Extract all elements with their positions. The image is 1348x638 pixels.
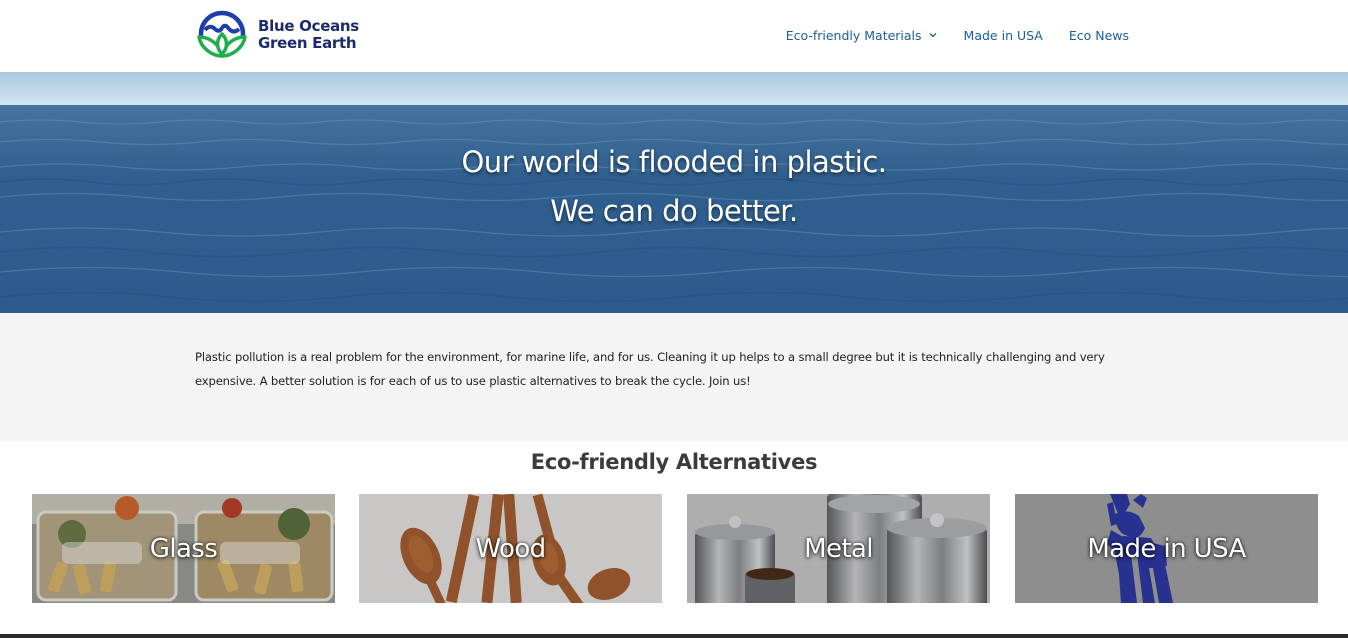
tile-made-in-usa[interactable]: Made in USA	[1015, 494, 1318, 603]
nav-made-in-usa[interactable]: Made in USA	[951, 26, 1056, 44]
tile-glass[interactable]: Glass	[32, 494, 335, 603]
tile-wood[interactable]: Wood	[359, 494, 662, 603]
tile-made-in-usa-label: Made in USA	[1087, 533, 1246, 564]
ocean-background-image	[0, 72, 1348, 313]
intro-section: Plastic pollution is a real problem for …	[0, 313, 1348, 441]
nav-eco-friendly-materials-label: Eco-friendly Materials	[785, 27, 922, 43]
tile-metal-label: Metal	[804, 533, 873, 564]
tile-glass-label: Glass	[149, 533, 218, 564]
site-header: Blue Oceans Green Earth Eco-friendly Mat…	[0, 0, 1348, 72]
logo-line-2: Green Earth	[258, 34, 357, 52]
footer-divider	[0, 634, 1348, 638]
nav-eco-news[interactable]: Eco News	[1056, 26, 1142, 44]
logo-line-1: Blue Oceans	[258, 17, 359, 35]
main-nav: Eco-friendly Materials Made in USA Eco N…	[773, 26, 1142, 44]
tile-wood-label: Wood	[475, 533, 546, 564]
nav-eco-news-label: Eco News	[1068, 27, 1129, 43]
logo-wordmark: Blue Oceans Green Earth	[258, 18, 359, 52]
alternatives-heading: Eco-friendly Alternatives	[530, 450, 818, 474]
chevron-down-icon	[929, 33, 937, 38]
tile-metal[interactable]: Metal	[687, 494, 990, 603]
logo-mark-icon	[197, 10, 247, 58]
hero-heading-line-2: We can do better.	[550, 194, 798, 228]
hero-heading-line-1: Our world is flooded in plastic.	[461, 145, 887, 179]
hero-banner: Our world is flooded in plastic. We can …	[0, 72, 1348, 313]
intro-paragraph: Plastic pollution is a real problem for …	[195, 350, 1105, 388]
site-logo[interactable]: Blue Oceans Green Earth	[194, 10, 384, 60]
nav-made-in-usa-label: Made in USA	[963, 27, 1043, 43]
nav-eco-friendly-materials[interactable]: Eco-friendly Materials	[773, 26, 951, 44]
